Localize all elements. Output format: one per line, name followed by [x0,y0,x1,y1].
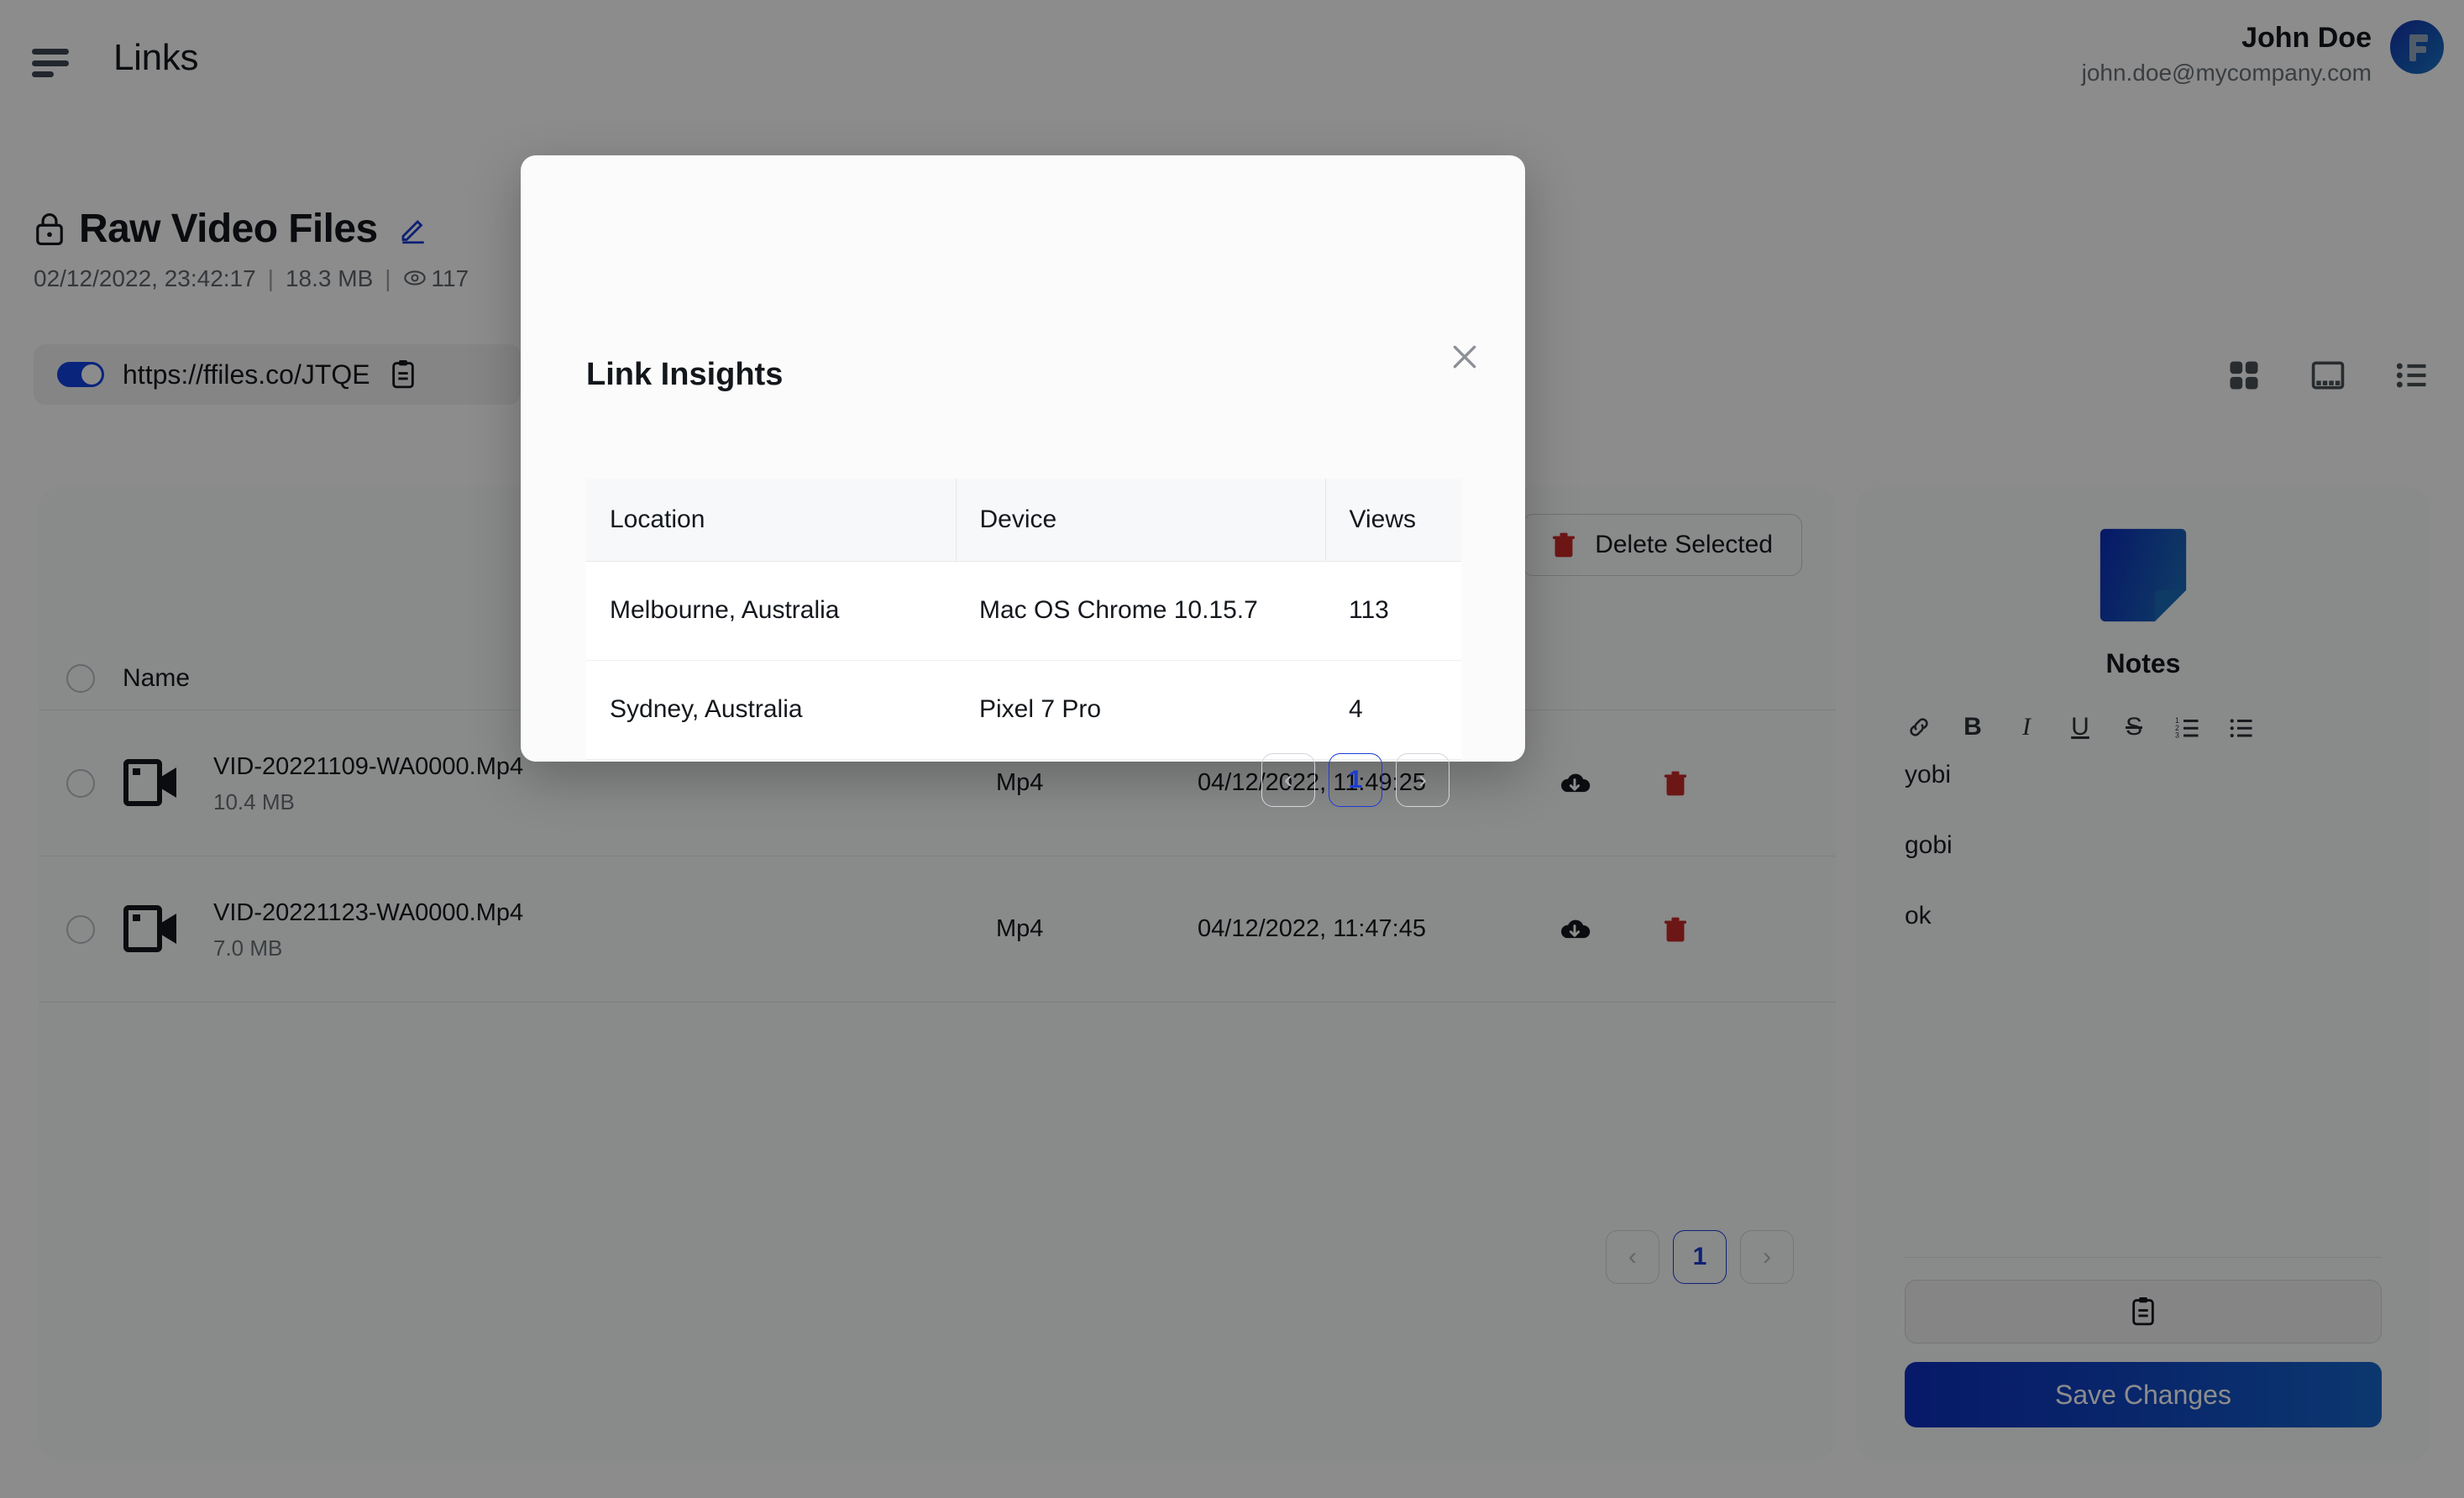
cell-device: Pixel 7 Pro [956,660,1325,760]
cell-device: Mac OS Chrome 10.15.7 [956,561,1325,661]
insights-next-page-button[interactable]: › [1396,753,1450,807]
column-header-location: Location [586,479,956,562]
modal-title: Link Insights [586,357,784,392]
link-insights-modal: Link Insights Location Device Views Melb… [521,155,1525,807]
close-icon[interactable] [1443,335,1486,379]
insights-header-row: Location Device Views [586,479,1461,562]
insights-table: Location Device Views Melbourne, Austral… [586,479,1461,760]
table-row: Sydney, Australia Pixel 7 Pro 4 [586,660,1461,760]
cell-location: Melbourne, Australia [586,561,956,661]
insights-prev-page-button[interactable]: ‹ [1261,753,1315,807]
cell-views: 113 [1325,561,1461,661]
table-row: Melbourne, Australia Mac OS Chrome 10.15… [586,561,1461,661]
column-header-views: Views [1324,479,1461,562]
insights-table-body: Melbourne, Australia Mac OS Chrome 10.15… [586,561,1461,760]
insights-page-1-button[interactable]: 1 [1329,753,1382,807]
column-header-device: Device [955,479,1325,562]
insights-pagination: ‹ 1 › [1261,753,1450,807]
close-icon [1453,345,1476,369]
insights-table-head: Location Device Views [586,479,1461,562]
cell-views: 4 [1325,660,1461,760]
cell-location: Sydney, Australia [586,660,956,760]
